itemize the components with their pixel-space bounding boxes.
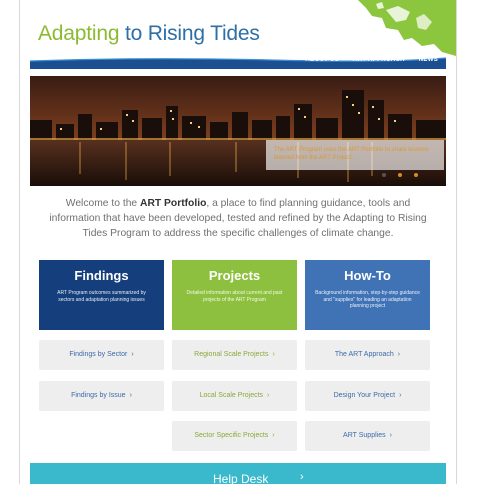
main-nav: ABOUT US ART APPROACH NEWS [30,56,446,69]
findings-by-issue-button[interactable]: Findings by Issue › [39,381,164,411]
chevron-right-icon: › [267,392,270,399]
site-title-adapting[interactable]: Adapting [38,22,120,45]
hero-slider[interactable]: The ART Program uses the ART Portfolio t… [30,76,446,186]
findings-card[interactable]: Findings ART Program outcomes summarized… [39,260,164,330]
chevron-right-icon: › [397,351,401,358]
slider-dot-1[interactable] [382,173,386,177]
intro-before: Welcome to the [65,198,141,209]
hero-caption: The ART Program uses the ART Portfolio t… [266,140,444,170]
projects-card[interactable]: Projects Detailed information about curr… [172,260,297,330]
art-supplies-label: ART Supplies [343,432,386,439]
howto-card-title: How-To [344,268,391,283]
sector-specific-projects-label: Sector Specific Projects [194,432,269,439]
findings-by-issue-label: Findings by Issue [71,392,126,399]
slider-dots [382,173,418,177]
chevron-right-icon: › [300,471,304,483]
art-approach-label: The ART Approach [334,351,394,358]
design-your-project-label: Design Your Project [333,392,396,399]
slider-dot-2[interactable] [398,173,402,177]
hero-caption-text: The ART Program uses the ART Portfolio t… [274,147,429,161]
findings-card-title: Findings [74,268,129,283]
design-your-project-button[interactable]: Design Your Project › [305,381,430,411]
chevron-right-icon: › [389,432,392,439]
bay-map-graphic [358,0,456,56]
local-scale-projects-button[interactable]: Local Scale Projects › [172,381,297,411]
slider-dot-3[interactable] [414,173,418,177]
chevron-right-icon: › [272,432,275,439]
help-desk-button[interactable]: Help Desk › [30,463,446,484]
nav-about-us[interactable]: ABOUT US [305,57,339,63]
findings-by-sector-button[interactable]: Findings by Sector › [39,340,164,370]
intro-bold: ART Portfolio [140,198,207,209]
findings-by-sector-label: Findings by Sector [69,351,128,358]
intro-text: Welcome to the ART Portfolio, a place to… [40,196,436,241]
regional-scale-projects-button[interactable]: Regional Scale Projects › [172,340,297,370]
projects-card-title: Projects [208,268,261,283]
findings-card-desc: ART Program outcomes summarized by secto… [57,290,146,303]
regional-scale-projects-label: Regional Scale Projects [194,351,269,358]
local-scale-projects-label: Local Scale Projects [199,392,264,399]
howto-card[interactable]: How-To Background information, step-by-s… [305,260,430,330]
nav-news[interactable]: NEWS [419,57,438,63]
nav-art-approach[interactable]: ART APPROACH [353,57,405,63]
sector-specific-projects-button[interactable]: Sector Specific Projects › [172,421,297,451]
chevron-right-icon: › [129,392,132,399]
page-frame: Adapting to Rising Tides ABOUT US ART AP… [19,0,457,484]
site-title-rest[interactable]: to Rising Tides [119,22,260,45]
projects-card-desc: Detailed information about current and p… [186,290,283,303]
site-title[interactable]: Adapting to Rising Tides [38,22,260,46]
art-approach-button[interactable]: The ART Approach › [305,340,430,370]
chevron-right-icon: › [272,351,275,358]
howto-card-desc: Background information, step-by-step gui… [315,290,420,309]
chevron-right-icon: › [131,351,134,358]
art-supplies-button[interactable]: ART Supplies › [305,421,430,451]
help-desk-label: Help Desk [213,472,269,484]
site-header: Adapting to Rising Tides ABOUT US ART AP… [20,0,456,70]
chevron-right-icon: › [399,392,402,399]
